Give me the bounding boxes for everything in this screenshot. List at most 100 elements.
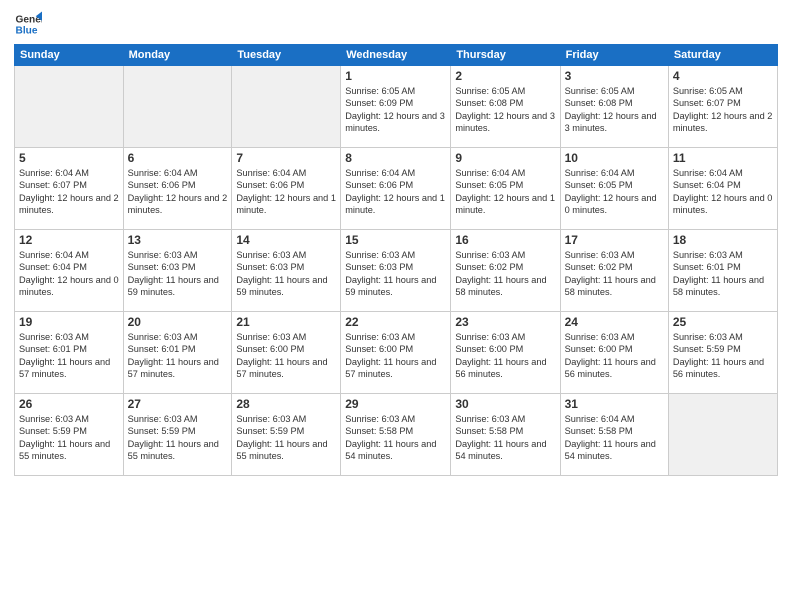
day-number: 5 <box>19 151 119 165</box>
day-info: Sunrise: 6:03 AM Sunset: 6:01 PM Dayligh… <box>673 249 773 299</box>
day-info: Sunrise: 6:03 AM Sunset: 5:59 PM Dayligh… <box>128 413 228 463</box>
calendar-cell <box>15 66 124 148</box>
day-info: Sunrise: 6:03 AM Sunset: 5:59 PM Dayligh… <box>236 413 336 463</box>
day-info: Sunrise: 6:04 AM Sunset: 5:58 PM Dayligh… <box>565 413 664 463</box>
day-number: 1 <box>345 69 446 83</box>
day-number: 27 <box>128 397 228 411</box>
day-number: 17 <box>565 233 664 247</box>
calendar-cell: 24 Sunrise: 6:03 AM Sunset: 6:00 PM Dayli… <box>560 312 668 394</box>
calendar-cell: 12 Sunrise: 6:04 AM Sunset: 6:04 PM Dayli… <box>15 230 124 312</box>
day-number: 15 <box>345 233 446 247</box>
calendar-cell: 25 Sunrise: 6:03 AM Sunset: 5:59 PM Dayli… <box>668 312 777 394</box>
day-number: 8 <box>345 151 446 165</box>
calendar-cell <box>668 394 777 476</box>
svg-text:Blue: Blue <box>16 25 38 36</box>
weekday-header: Thursday <box>451 45 560 66</box>
calendar-cell: 17 Sunrise: 6:03 AM Sunset: 6:02 PM Dayli… <box>560 230 668 312</box>
day-info: Sunrise: 6:05 AM Sunset: 6:07 PM Dayligh… <box>673 85 773 135</box>
weekday-header-row: SundayMondayTuesdayWednesdayThursdayFrid… <box>15 45 778 66</box>
logo: General Blue <box>14 10 42 38</box>
day-info: Sunrise: 6:03 AM Sunset: 6:03 PM Dayligh… <box>128 249 228 299</box>
calendar-cell: 14 Sunrise: 6:03 AM Sunset: 6:03 PM Dayli… <box>232 230 341 312</box>
day-number: 26 <box>19 397 119 411</box>
day-info: Sunrise: 6:03 AM Sunset: 6:03 PM Dayligh… <box>236 249 336 299</box>
day-number: 13 <box>128 233 228 247</box>
calendar-cell: 18 Sunrise: 6:03 AM Sunset: 6:01 PM Dayli… <box>668 230 777 312</box>
calendar-cell: 15 Sunrise: 6:03 AM Sunset: 6:03 PM Dayli… <box>341 230 451 312</box>
day-number: 10 <box>565 151 664 165</box>
calendar-cell: 16Sunrise: 6:03 AM Sunset: 6:02 PM Dayli… <box>451 230 560 312</box>
calendar-cell: 21 Sunrise: 6:03 AM Sunset: 6:00 PM Dayli… <box>232 312 341 394</box>
weekday-header: Sunday <box>15 45 124 66</box>
day-info: Sunrise: 6:03 AM Sunset: 6:00 PM Dayligh… <box>345 331 446 381</box>
day-info: Sunrise: 6:04 AM Sunset: 6:05 PM Dayligh… <box>455 167 555 217</box>
day-info: Sunrise: 6:03 AM Sunset: 5:59 PM Dayligh… <box>19 413 119 463</box>
day-number: 28 <box>236 397 336 411</box>
day-number: 7 <box>236 151 336 165</box>
weekday-header: Friday <box>560 45 668 66</box>
day-number: 18 <box>673 233 773 247</box>
day-number: 25 <box>673 315 773 329</box>
calendar-cell: 30Sunrise: 6:03 AM Sunset: 5:58 PM Dayli… <box>451 394 560 476</box>
day-info: Sunrise: 6:04 AM Sunset: 6:06 PM Dayligh… <box>345 167 446 217</box>
day-number: 22 <box>345 315 446 329</box>
weekday-header: Monday <box>123 45 232 66</box>
calendar-cell: 1 Sunrise: 6:05 AM Sunset: 6:09 PM Daylig… <box>341 66 451 148</box>
day-info: Sunrise: 6:04 AM Sunset: 6:07 PM Dayligh… <box>19 167 119 217</box>
calendar-cell: 11 Sunrise: 6:04 AM Sunset: 6:04 PM Dayli… <box>668 148 777 230</box>
day-info: Sunrise: 6:03 AM Sunset: 5:59 PM Dayligh… <box>673 331 773 381</box>
calendar-cell: 28 Sunrise: 6:03 AM Sunset: 5:59 PM Dayli… <box>232 394 341 476</box>
day-info: Sunrise: 6:03 AM Sunset: 6:01 PM Dayligh… <box>128 331 228 381</box>
logo-icon: General Blue <box>14 10 42 38</box>
calendar-cell: 31 Sunrise: 6:04 AM Sunset: 5:58 PM Dayli… <box>560 394 668 476</box>
calendar-table: SundayMondayTuesdayWednesdayThursdayFrid… <box>14 44 778 476</box>
day-number: 31 <box>565 397 664 411</box>
header: General Blue <box>14 10 778 38</box>
calendar-cell <box>123 66 232 148</box>
day-number: 14 <box>236 233 336 247</box>
day-info: Sunrise: 6:04 AM Sunset: 6:04 PM Dayligh… <box>673 167 773 217</box>
day-number: 19 <box>19 315 119 329</box>
day-info: Sunrise: 6:05 AM Sunset: 6:09 PM Dayligh… <box>345 85 446 135</box>
calendar-week-row: 26 Sunrise: 6:03 AM Sunset: 5:59 PM Dayli… <box>15 394 778 476</box>
calendar-week-row: 12 Sunrise: 6:04 AM Sunset: 6:04 PM Dayli… <box>15 230 778 312</box>
calendar-cell: 2Sunrise: 6:05 AM Sunset: 6:08 PM Daylig… <box>451 66 560 148</box>
calendar-cell: 22 Sunrise: 6:03 AM Sunset: 6:00 PM Dayli… <box>341 312 451 394</box>
day-number: 12 <box>19 233 119 247</box>
calendar-cell: 8 Sunrise: 6:04 AM Sunset: 6:06 PM Daylig… <box>341 148 451 230</box>
day-info: Sunrise: 6:03 AM Sunset: 6:01 PM Dayligh… <box>19 331 119 381</box>
calendar-cell: 5 Sunrise: 6:04 AM Sunset: 6:07 PM Daylig… <box>15 148 124 230</box>
calendar-cell: 10Sunrise: 6:04 AM Sunset: 6:05 PM Dayli… <box>560 148 668 230</box>
calendar-cell: 13 Sunrise: 6:03 AM Sunset: 6:03 PM Dayli… <box>123 230 232 312</box>
page-container: General Blue SundayMondayTuesdayWednesda… <box>0 0 792 486</box>
day-info: Sunrise: 6:03 AM Sunset: 6:00 PM Dayligh… <box>565 331 664 381</box>
calendar-week-row: 19 Sunrise: 6:03 AM Sunset: 6:01 PM Dayli… <box>15 312 778 394</box>
day-info: Sunrise: 6:03 AM Sunset: 6:00 PM Dayligh… <box>236 331 336 381</box>
calendar-cell: 6 Sunrise: 6:04 AM Sunset: 6:06 PM Daylig… <box>123 148 232 230</box>
day-number: 21 <box>236 315 336 329</box>
calendar-cell: 7 Sunrise: 6:04 AM Sunset: 6:06 PM Daylig… <box>232 148 341 230</box>
day-number: 3 <box>565 69 664 83</box>
calendar-cell: 29Sunrise: 6:03 AM Sunset: 5:58 PM Dayli… <box>341 394 451 476</box>
day-number: 11 <box>673 151 773 165</box>
calendar-cell: 20 Sunrise: 6:03 AM Sunset: 6:01 PM Dayli… <box>123 312 232 394</box>
day-number: 16 <box>455 233 555 247</box>
day-info: Sunrise: 6:04 AM Sunset: 6:06 PM Dayligh… <box>128 167 228 217</box>
day-number: 23 <box>455 315 555 329</box>
calendar-cell: 19 Sunrise: 6:03 AM Sunset: 6:01 PM Dayli… <box>15 312 124 394</box>
calendar-cell: 23Sunrise: 6:03 AM Sunset: 6:00 PM Dayli… <box>451 312 560 394</box>
day-info: Sunrise: 6:03 AM Sunset: 6:03 PM Dayligh… <box>345 249 446 299</box>
day-info: Sunrise: 6:04 AM Sunset: 6:06 PM Dayligh… <box>236 167 336 217</box>
day-info: Sunrise: 6:03 AM Sunset: 5:58 PM Dayligh… <box>455 413 555 463</box>
calendar-cell: 4Sunrise: 6:05 AM Sunset: 6:07 PM Daylig… <box>668 66 777 148</box>
day-info: Sunrise: 6:04 AM Sunset: 6:04 PM Dayligh… <box>19 249 119 299</box>
calendar-cell: 27 Sunrise: 6:03 AM Sunset: 5:59 PM Dayli… <box>123 394 232 476</box>
day-number: 24 <box>565 315 664 329</box>
day-info: Sunrise: 6:03 AM Sunset: 6:02 PM Dayligh… <box>565 249 664 299</box>
calendar-cell: 3Sunrise: 6:05 AM Sunset: 6:08 PM Daylig… <box>560 66 668 148</box>
day-number: 20 <box>128 315 228 329</box>
weekday-header: Wednesday <box>341 45 451 66</box>
calendar-cell: 26 Sunrise: 6:03 AM Sunset: 5:59 PM Dayli… <box>15 394 124 476</box>
calendar-week-row: 5 Sunrise: 6:04 AM Sunset: 6:07 PM Daylig… <box>15 148 778 230</box>
day-number: 6 <box>128 151 228 165</box>
